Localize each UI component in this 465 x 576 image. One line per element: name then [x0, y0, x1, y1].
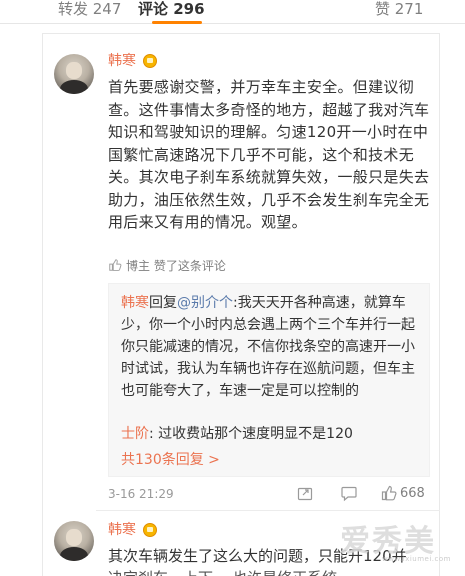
thumbs-up-icon[interactable]	[380, 484, 398, 502]
tab-repost[interactable]: 转发 247	[58, 0, 121, 18]
tab-comment[interactable]: 评论 296	[138, 0, 205, 18]
avatar[interactable]	[54, 521, 94, 561]
vip-badge-icon	[143, 523, 157, 537]
reply-item: 士阶: 过收费站那个速度明显不是120	[121, 423, 426, 445]
reply-text: : 过收费站那个速度明显不是120	[149, 426, 353, 442]
reply-mention[interactable]: @别介个	[177, 295, 233, 311]
watermark-logo: 爱秀美	[340, 524, 436, 559]
divider	[96, 510, 440, 511]
reply-prefix: 回复	[149, 295, 177, 311]
comment-username[interactable]: 韩寒	[108, 521, 136, 539]
reply-box: 韩寒回复@别介个:我天天开各种高速，就算车少，你一个小时内总会遇上两个三个车并行…	[108, 283, 430, 477]
comment-timestamp: 3-16 21:29	[108, 487, 174, 501]
watermark-url: www.ixiumei.com	[382, 555, 451, 563]
share-icon[interactable]	[296, 484, 314, 502]
more-replies-link[interactable]: 共130条回复 >	[121, 449, 220, 471]
reply-author[interactable]: 士阶	[121, 426, 149, 442]
comment-username[interactable]: 韩寒	[108, 52, 136, 70]
comment-icon[interactable]	[340, 484, 358, 502]
vip-badge-icon	[143, 54, 157, 68]
tab-like[interactable]: 赞 271	[375, 0, 423, 18]
author-liked-text: 博主 赞了这条评论	[126, 259, 226, 273]
reply-item: 韩寒回复@别介个:我天天开各种高速，就算车少，你一个小时内总会遇上两个三个车并行…	[121, 292, 426, 402]
like-count: 668	[400, 486, 425, 501]
thumbs-up-icon	[109, 259, 122, 271]
reply-author[interactable]: 韩寒	[121, 295, 149, 311]
author-liked-note: 博主 赞了这条评论	[108, 258, 226, 274]
avatar[interactable]	[54, 54, 94, 94]
tab-bar: 转发 247 评论 296 赞 271	[0, 0, 465, 24]
active-tab-indicator	[152, 21, 202, 24]
comment-body: 首先要感谢交警，并万幸车主安全。但建议彻查。这件事情太多奇怪的地方，超越了我对汽…	[108, 78, 430, 231]
